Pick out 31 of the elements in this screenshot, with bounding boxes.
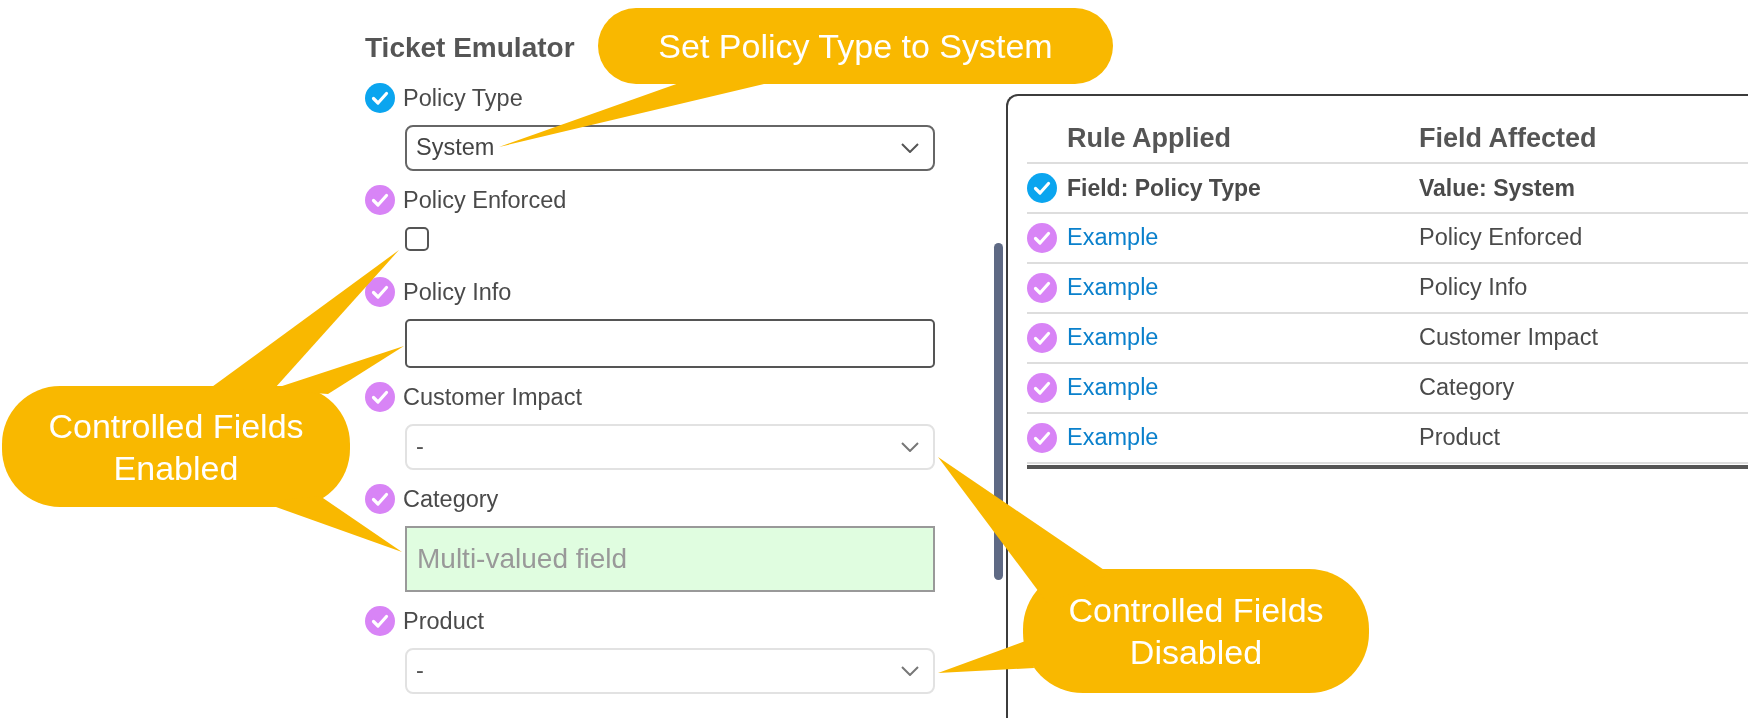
callout-text: Controlled Fields Enabled	[47, 405, 305, 489]
column-header: Rule Applied	[1067, 122, 1231, 153]
table-cell: Customer Impact	[1419, 324, 1598, 351]
callout-text: Set Policy Type to System	[658, 26, 1053, 67]
rule-link[interactable]: Example	[1067, 424, 1159, 451]
field-label: Customer Impact	[403, 383, 582, 412]
table-cell: Category	[1419, 374, 1515, 401]
chevron-down-icon	[901, 442, 919, 452]
chevron-down-icon	[901, 143, 919, 153]
form-title: Ticket Emulator	[365, 31, 575, 65]
field-label: Policy Type	[403, 84, 523, 113]
multi-value-field[interactable]: Multi-valued field	[405, 526, 935, 592]
text-input-field[interactable]	[405, 319, 935, 368]
chevron-down-icon	[901, 666, 919, 676]
table-cell: Policy Enforced	[1419, 224, 1583, 251]
table-cell: Value: System	[1419, 174, 1575, 201]
field-label: Policy Enforced	[403, 186, 567, 215]
rule-link[interactable]: Example	[1067, 324, 1159, 351]
table-cell: Field: Policy Type	[1067, 174, 1261, 201]
callout-text: Controlled Fields Disabled	[1067, 590, 1325, 673]
rule-link[interactable]: Example	[1067, 224, 1159, 251]
checkbox[interactable]	[405, 227, 429, 251]
column-header: Field Affected	[1419, 122, 1597, 153]
rule-link[interactable]: Example	[1067, 374, 1159, 401]
table-cell: Policy Info	[1419, 274, 1528, 301]
field-label: Category	[403, 485, 499, 514]
table-cell: Product	[1419, 424, 1500, 451]
rule-link[interactable]: Example	[1067, 274, 1159, 301]
field-label: Product	[403, 607, 484, 636]
dropdown-field[interactable]: System	[405, 125, 935, 171]
field-label: Policy Info	[403, 278, 512, 307]
